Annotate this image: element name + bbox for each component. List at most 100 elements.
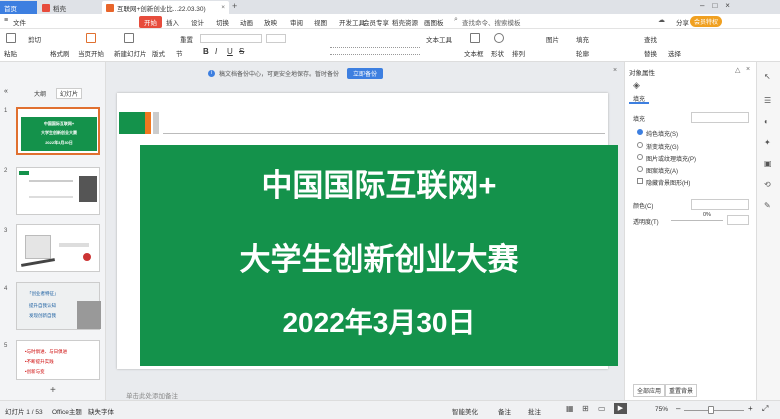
hide-bg-checkbox[interactable] xyxy=(637,178,643,184)
sidebar-select-icon[interactable]: ↖ xyxy=(764,72,771,81)
layout-button[interactable]: 版式 xyxy=(152,48,165,58)
tab-close-icon[interactable]: × xyxy=(221,4,225,11)
new-slide-icon[interactable] xyxy=(124,33,134,43)
menu-slideshow[interactable]: 放映 xyxy=(264,17,277,27)
apply-all-button[interactable]: 全部应用 xyxy=(633,384,666,397)
section-button[interactable]: 节 xyxy=(176,48,183,58)
font-size-select[interactable] xyxy=(266,34,286,43)
sorter-view-icon[interactable]: ⊞ xyxy=(582,404,589,413)
font-name-select[interactable] xyxy=(200,34,262,43)
text-tool-button[interactable]: 文本工具 xyxy=(426,34,452,44)
tab-slides[interactable]: 幻灯片 xyxy=(56,88,83,99)
zoom-out-icon[interactable]: – xyxy=(676,404,680,413)
slideshow-icon[interactable] xyxy=(86,33,96,43)
replace-button[interactable]: 替换 xyxy=(644,48,657,58)
sidebar-animation-icon[interactable]: ✦ xyxy=(764,138,771,147)
maximize-icon[interactable]: □ xyxy=(712,1,725,10)
menu-member[interactable]: 会员专享 xyxy=(363,17,389,27)
slide-thumbnail-1[interactable]: 中国国际互联网+ 大学生创新创业大赛 2022年3月30日 xyxy=(16,107,100,155)
reset-button[interactable]: 重置 xyxy=(180,34,193,44)
add-slide-button[interactable]: + xyxy=(50,385,56,396)
menu-transition[interactable]: 切换 xyxy=(216,17,229,27)
zoom-slider[interactable] xyxy=(684,410,744,411)
title-block[interactable]: 中国国际互联网+ 大学生创新创业大赛 2022年3月30日 xyxy=(140,145,618,366)
color-picker[interactable] xyxy=(691,199,749,210)
picture-button[interactable]: 图片 xyxy=(546,34,559,44)
radio-pattern[interactable] xyxy=(637,166,643,172)
comments-button[interactable]: 批注 xyxy=(528,406,541,416)
missing-font-button[interactable]: 缺失字体 xyxy=(88,406,114,416)
menu-design[interactable]: 设计 xyxy=(191,17,204,27)
menu-icon[interactable]: ≡ xyxy=(4,17,8,24)
fill-button[interactable]: 填充 xyxy=(576,34,589,44)
outline-button[interactable]: 轮廓 xyxy=(576,48,589,58)
reading-view-icon[interactable]: ▭ xyxy=(598,404,606,413)
paragraph-tools[interactable] xyxy=(330,47,420,55)
fill-tab-icon[interactable]: ◈ xyxy=(633,80,640,91)
fit-window-icon[interactable]: ⤢ xyxy=(762,404,768,414)
menu-insert[interactable]: 插入 xyxy=(166,17,179,27)
collapse-panel-icon[interactable]: « xyxy=(4,88,8,95)
select-button[interactable]: 选择 xyxy=(668,48,681,58)
backup-now-button[interactable]: 立即备份 xyxy=(347,67,384,79)
paste-icon[interactable] xyxy=(6,33,16,43)
bold-button[interactable]: B xyxy=(203,47,209,56)
tab-outline[interactable]: 大纲 xyxy=(34,89,46,98)
sidebar-comment-icon[interactable]: ✎ xyxy=(764,201,771,210)
play-button[interactable]: ▶ xyxy=(614,403,627,414)
close-window-icon[interactable]: × xyxy=(725,1,738,10)
menu-review[interactable]: 审阅 xyxy=(290,17,303,27)
radio-solid[interactable] xyxy=(637,129,643,135)
slide-thumbnail-4[interactable]: 「创业者特征」 提升自我认知 发现创新自我 xyxy=(16,282,101,330)
sidebar-style-icon[interactable]: ◐ xyxy=(764,117,769,126)
italic-button[interactable]: I xyxy=(215,47,217,56)
shape-icon[interactable] xyxy=(494,33,504,43)
cut-button[interactable]: 剪切 xyxy=(28,34,41,44)
menu-view[interactable]: 视图 xyxy=(314,17,327,27)
sidebar-properties-icon[interactable]: ☰ xyxy=(764,96,771,105)
zoom-slider-thumb[interactable] xyxy=(708,406,714,414)
notes-area[interactable]: 单击此处添加备注 xyxy=(126,390,178,400)
paste-button[interactable]: 粘贴 xyxy=(4,48,17,58)
sidebar-template-icon[interactable]: ▣ xyxy=(764,159,772,168)
beautify-button[interactable]: 智能美化 xyxy=(452,406,478,416)
sync-icon[interactable]: ☁ xyxy=(658,16,665,24)
arrange-button[interactable]: 排列 xyxy=(512,48,525,58)
member-badge[interactable]: 会员特权 xyxy=(690,16,723,27)
search-command[interactable]: 查找命令、搜索模板 xyxy=(462,17,521,27)
radio-gradient[interactable] xyxy=(637,142,643,148)
tab-docer[interactable]: 稻壳 xyxy=(38,1,98,14)
tab-home[interactable]: 首页 xyxy=(0,1,37,14)
shape-button[interactable]: 形状 xyxy=(491,48,504,58)
tab-document[interactable]: 互联网+创新创业比...22.03.30) × xyxy=(102,1,229,14)
format-painter-button[interactable]: 格式刷 xyxy=(50,48,70,58)
menu-animation[interactable]: 动画 xyxy=(240,17,253,27)
radio-picture[interactable] xyxy=(637,154,643,160)
from-current-button[interactable]: 当页开始 xyxy=(78,48,104,58)
share-button[interactable]: 分享 xyxy=(676,17,689,27)
new-tab-button[interactable]: + xyxy=(232,1,237,11)
normal-view-icon[interactable]: ▦ xyxy=(566,404,574,413)
find-button[interactable]: 查找 xyxy=(644,34,657,44)
menu-developer[interactable]: 开发工具 xyxy=(339,17,365,27)
text-box-button[interactable]: 文本框 xyxy=(464,48,484,58)
pin-icon[interactable]: △ xyxy=(735,66,740,74)
close-panel-icon[interactable]: × xyxy=(746,66,750,73)
zoom-in-icon[interactable]: + xyxy=(748,404,753,413)
menu-docer[interactable]: 稻壳资源 xyxy=(392,17,418,27)
notes-button[interactable]: 备注 xyxy=(498,406,511,416)
minimize-icon[interactable]: – xyxy=(700,1,712,10)
menu-start[interactable]: 开始 xyxy=(139,16,162,28)
strikethrough-button[interactable]: S xyxy=(239,47,244,56)
underline-button[interactable]: U xyxy=(227,47,233,56)
close-notice-icon[interactable]: × xyxy=(613,67,617,74)
new-slide-button[interactable]: 新建幻灯片 xyxy=(114,48,147,58)
slide-thumbnail-5[interactable]: •与时俱进、与日俱进 •不断提升实践 •创新与变 xyxy=(16,340,100,380)
fill-type-select[interactable] xyxy=(691,112,749,123)
menu-file[interactable]: 文件 xyxy=(13,17,26,27)
menu-draw[interactable]: 画图板 xyxy=(424,17,444,27)
sidebar-backup-icon[interactable]: ⟲ xyxy=(764,180,771,189)
slide-thumbnail-3[interactable] xyxy=(16,224,100,272)
text-box-icon[interactable] xyxy=(470,33,480,43)
reset-bg-button[interactable]: 重置背景 xyxy=(665,384,698,397)
